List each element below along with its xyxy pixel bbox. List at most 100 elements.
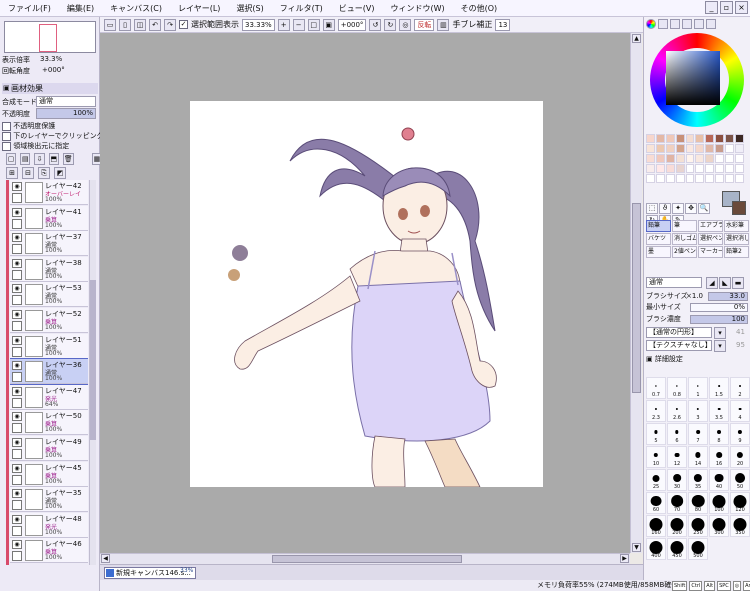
rotate-reset-button[interactable]: ◎ <box>399 18 412 31</box>
layer-list-scroll-thumb[interactable] <box>90 280 96 440</box>
brush-size-preset[interactable]: 300 <box>709 515 729 537</box>
hsv-slider-toggle-icon[interactable] <box>670 19 680 29</box>
menu-item-6[interactable]: ビュー(V) <box>331 0 383 17</box>
scroll-up-icon[interactable]: ▲ <box>632 34 641 43</box>
layer-row[interactable]: ◉ レイヤー38 通常 100% <box>10 256 88 282</box>
opacity-slider[interactable]: 100% <box>36 108 96 119</box>
menu-item-7[interactable]: ウィンドウ(W) <box>382 0 452 17</box>
color-swatch[interactable] <box>675 144 685 153</box>
brush-size-preset[interactable]: 80 <box>688 492 708 514</box>
lock-toggle[interactable] <box>12 244 22 255</box>
rotate-field[interactable]: +000° <box>337 18 367 31</box>
close-button[interactable]: × <box>735 1 748 14</box>
brush-size-preset[interactable]: 160 <box>646 515 666 537</box>
brush-size-preset[interactable]: 100 <box>709 492 729 514</box>
lock-toggle[interactable] <box>12 346 22 357</box>
scroll-down-icon[interactable]: ▼ <box>632 543 641 552</box>
color-swatch[interactable] <box>685 134 695 143</box>
scroll-right-icon[interactable]: ▶ <box>620 554 629 563</box>
canvas-vscroll-thumb[interactable] <box>632 203 641 393</box>
layer-row[interactable]: ◉ レイヤー41 乗算 100% <box>10 205 88 231</box>
rect-select-icon[interactable]: ⬚ <box>646 203 658 214</box>
color-swatch[interactable] <box>705 164 715 173</box>
visibility-eye-icon[interactable]: ◉ <box>12 207 22 217</box>
scroll-left-icon[interactable]: ◀ <box>101 554 110 563</box>
magic-wand-icon[interactable]: ✦ <box>672 203 684 214</box>
visibility-eye-icon[interactable]: ◉ <box>12 233 22 243</box>
brush-size-preset[interactable]: 20 <box>730 446 750 468</box>
visibility-eye-icon[interactable]: ◉ <box>12 284 22 294</box>
brush-size-preset[interactable]: 5 <box>646 423 666 445</box>
layer-row[interactable]: ◉ レイヤー45 乗算 100% <box>10 461 88 487</box>
visibility-eye-icon[interactable]: ◉ <box>12 361 22 371</box>
zoom-field[interactable]: 33.33% <box>242 18 275 31</box>
brush-size-preset[interactable]: 3.5 <box>709 400 729 422</box>
tool-slot[interactable]: 2値ペン <box>672 246 697 258</box>
color-swatch[interactable] <box>655 144 665 153</box>
layer-row[interactable]: ◉ レイヤー50 乗算 100% <box>10 410 88 436</box>
zoom-out-button[interactable]: − <box>292 18 305 31</box>
zoom-reset-button[interactable]: □ <box>307 18 320 31</box>
brush-size-preset[interactable]: 120 <box>730 492 750 514</box>
layer-row[interactable]: ◉ レイヤー36 通常 100% <box>10 358 88 386</box>
zoom-fit-button[interactable]: ▣ <box>322 18 335 31</box>
layer-row[interactable]: ◉ レイヤー46 乗算 100% <box>10 538 88 564</box>
color-swatch[interactable] <box>715 154 725 163</box>
brush-shape-select[interactable]: 【通常の円形】 <box>646 327 712 338</box>
layer-list-scrollbar[interactable] <box>89 180 96 565</box>
color-swatch[interactable] <box>675 154 685 163</box>
menu-item-0[interactable]: ファイル(F) <box>0 0 59 17</box>
visibility-eye-icon[interactable]: ◉ <box>12 463 22 473</box>
texture-select[interactable]: 【テクスチャなし】 <box>646 340 712 351</box>
color-swatch[interactable] <box>705 154 715 163</box>
brush-size-preset[interactable]: 50 <box>730 469 750 491</box>
tool-slot[interactable]: 鉛筆2 <box>724 246 749 258</box>
color-swatch[interactable] <box>725 174 735 183</box>
color-swatch[interactable] <box>725 144 735 153</box>
brush-size-preset[interactable]: 6 <box>667 423 687 445</box>
navigator-thumbnail[interactable] <box>4 21 96 53</box>
clipping-checkbox[interactable] <box>2 131 11 141</box>
color-swatch[interactable] <box>695 164 705 173</box>
rotate-left-button[interactable]: ↺ <box>369 18 382 31</box>
tool-slot[interactable]: 選択ペン <box>698 233 723 245</box>
menu-item-5[interactable]: フィルタ(T) <box>272 0 331 17</box>
brush-size-preset[interactable]: 8 <box>709 423 729 445</box>
scratchpad-toggle-icon[interactable] <box>706 19 716 29</box>
canvas-horizontal-scrollbar[interactable]: ◀ ▶ <box>100 553 630 564</box>
blend-mode-select[interactable]: 通常 <box>36 96 96 107</box>
brush-size-preset[interactable]: 30 <box>667 469 687 491</box>
brush-size-preset[interactable]: 350 <box>730 515 750 537</box>
color-swatch[interactable] <box>705 144 715 153</box>
color-swatch[interactable] <box>655 174 665 183</box>
color-swatch[interactable] <box>715 144 725 153</box>
brush-size-mult[interactable]: ×1.0 <box>686 291 703 302</box>
clear-layer-icon[interactable]: ⊞ <box>6 167 18 179</box>
drawing-canvas[interactable] <box>190 101 543 487</box>
brush-size-preset[interactable]: 2.6 <box>667 400 687 422</box>
brush-blend-select[interactable]: 通常 <box>646 277 702 288</box>
visibility-eye-icon[interactable]: ◉ <box>12 335 22 345</box>
color-swatch[interactable] <box>705 134 715 143</box>
brush-size-preset[interactable]: 12 <box>667 446 687 468</box>
brush-size-preset[interactable]: 400 <box>646 538 666 560</box>
undo-button[interactable]: ↶ <box>149 18 161 31</box>
menu-item-2[interactable]: キャンバス(C) <box>102 0 170 17</box>
brush-size-preset[interactable]: 0.8 <box>667 377 687 399</box>
color-swatch[interactable] <box>646 144 655 153</box>
brush-size-preset[interactable]: 1.5 <box>709 377 729 399</box>
preserve-opacity-checkbox[interactable] <box>2 121 11 131</box>
lock-toggle[interactable] <box>12 269 22 280</box>
brush-size-preset[interactable]: 25 <box>646 469 666 491</box>
brush-density-slider[interactable]: 100 <box>690 315 748 324</box>
color-swatch[interactable] <box>685 154 695 163</box>
show-selection-checkbox[interactable]: ✓ <box>179 20 188 29</box>
zoom-icon[interactable]: 🔍 <box>698 203 710 214</box>
selection-source-checkbox[interactable] <box>2 141 11 151</box>
zoom-in-button[interactable]: + <box>277 18 290 31</box>
copy-layer-icon[interactable]: ⎘ <box>38 167 50 179</box>
color-swatch[interactable] <box>735 154 744 163</box>
visibility-eye-icon[interactable]: ◉ <box>12 438 22 447</box>
visibility-eye-icon[interactable]: ◉ <box>12 386 22 396</box>
lock-toggle[interactable] <box>12 474 22 485</box>
